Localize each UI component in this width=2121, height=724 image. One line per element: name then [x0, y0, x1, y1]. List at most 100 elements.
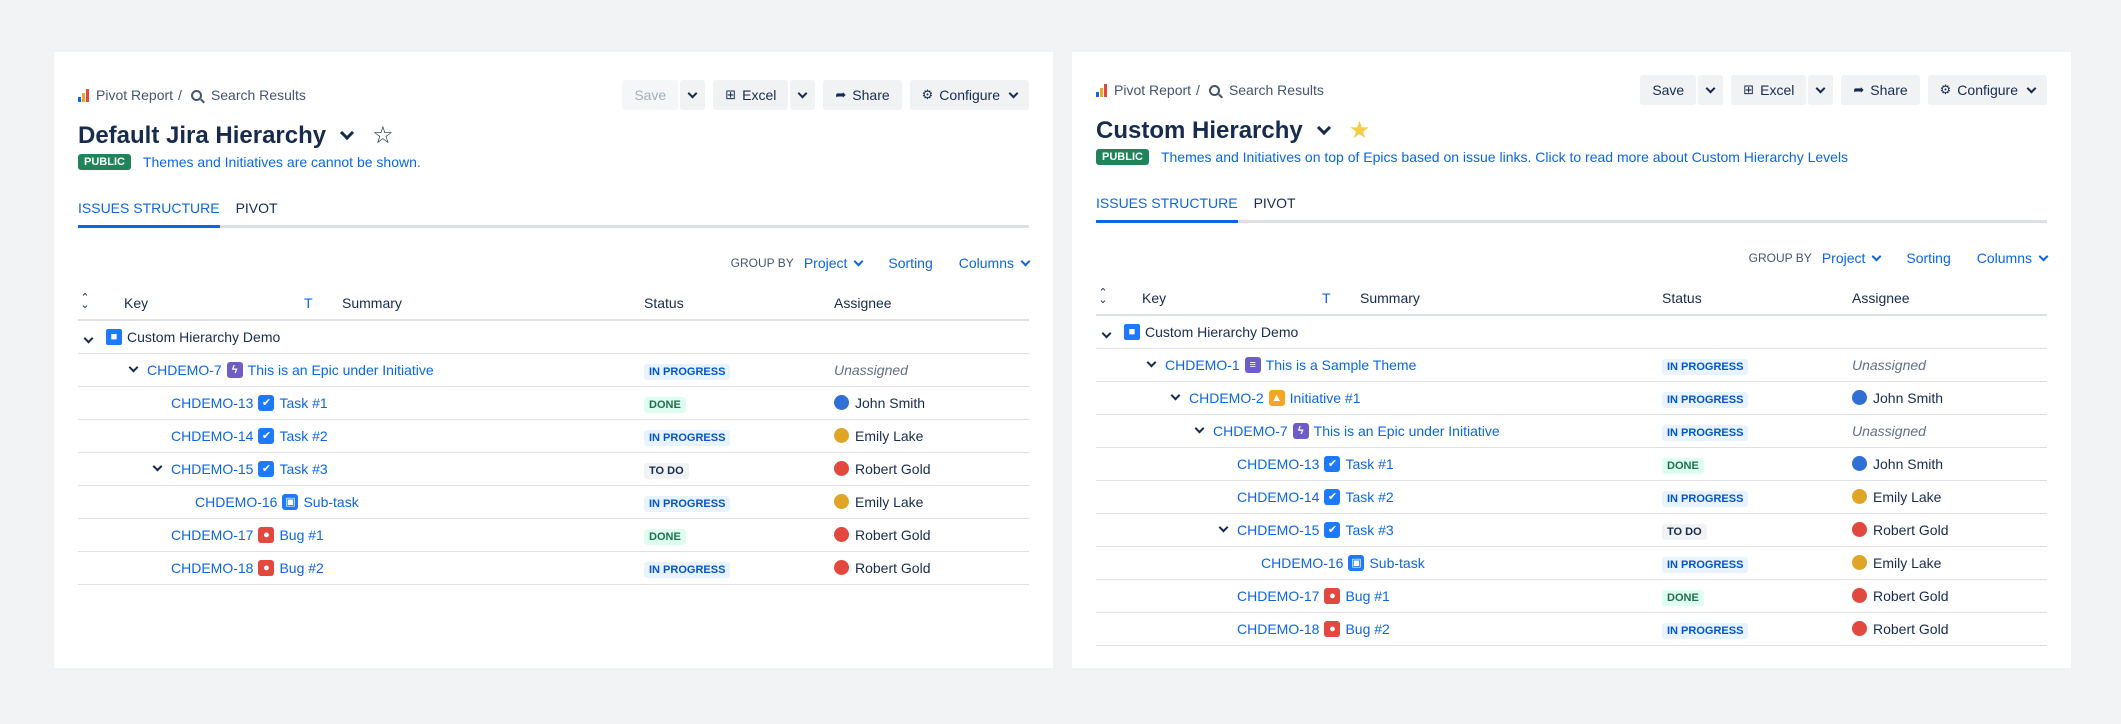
- hierarchy-note-link[interactable]: Themes and Initiatives on top of Epics b…: [1161, 149, 1848, 165]
- issue-key-link[interactable]: CHDEMO-17: [1237, 588, 1319, 604]
- column-header-key[interactable]: Key: [1141, 281, 1321, 316]
- columns-button[interactable]: Columns: [1977, 250, 2049, 266]
- issue-summary-link[interactable]: Sub-task: [303, 494, 358, 510]
- column-header-type[interactable]: T: [303, 286, 341, 321]
- issue-summary-link[interactable]: This is an Epic under Initiative: [1314, 423, 1500, 439]
- configure-button[interactable]: ⚙ Configure: [909, 80, 1029, 110]
- table-row[interactable]: CHDEMO-18 ● Bug #2 IN PROGRESS Robert Gold: [78, 551, 1029, 585]
- expand-all-toggle[interactable]: ⌃ ⌄: [78, 286, 123, 321]
- table-row[interactable]: CHDEMO-7 ϟ This is an Epic under Initiativ…: [1096, 414, 2047, 448]
- assignee[interactable]: Emily Lake: [1852, 555, 2046, 571]
- issue-key-link[interactable]: CHDEMO-2: [1189, 390, 1264, 406]
- breadcrumb-root[interactable]: Pivot Report: [1114, 82, 1191, 98]
- issue-summary-link[interactable]: Bug #1: [1345, 588, 1389, 604]
- issue-key-link[interactable]: CHDEMO-15: [171, 461, 253, 477]
- configure-button[interactable]: ⚙ Configure: [1927, 75, 2047, 105]
- share-button[interactable]: ➦ Share: [823, 80, 902, 110]
- issue-key-link[interactable]: CHDEMO-7: [147, 362, 222, 378]
- breadcrumb-current[interactable]: Search Results: [211, 87, 306, 103]
- table-row[interactable]: CHDEMO-17 ● Bug #1 DONE Robert Gold: [78, 518, 1029, 552]
- expand-all-toggle[interactable]: ⌃ ⌄: [1096, 281, 1141, 316]
- issue-summary-link[interactable]: Sub-task: [1369, 555, 1424, 571]
- issue-summary-link[interactable]: This is an Epic under Initiative: [248, 362, 434, 378]
- issue-summary-link[interactable]: Task #3: [279, 461, 327, 477]
- table-row[interactable]: CHDEMO-16 ▣ Sub-task IN PROGRESS Emily Lake: [1096, 546, 2047, 580]
- issue-key-link[interactable]: CHDEMO-14: [1237, 489, 1319, 505]
- table-row[interactable]: ■ Custom Hierarchy Demo: [1096, 315, 2047, 349]
- issue-summary-link[interactable]: Task #3: [1345, 522, 1393, 538]
- column-header-assignee[interactable]: Assignee: [1851, 281, 2047, 316]
- issue-key-link[interactable]: CHDEMO-17: [171, 527, 253, 543]
- assignee[interactable]: Emily Lake: [834, 428, 1028, 444]
- breadcrumb-current[interactable]: Search Results: [1229, 82, 1324, 98]
- tab-pivot[interactable]: PIVOT: [236, 200, 278, 225]
- excel-menu-button[interactable]: [1808, 75, 1834, 105]
- group-by-select[interactable]: Project: [1822, 250, 1882, 266]
- column-header-type[interactable]: T: [1321, 281, 1359, 316]
- sorting-button[interactable]: Sorting: [1906, 250, 1950, 266]
- assignee[interactable]: Robert Gold: [834, 560, 1028, 576]
- sorting-button[interactable]: Sorting: [888, 255, 932, 271]
- column-header-summary[interactable]: Summary: [341, 286, 643, 321]
- issue-key-link[interactable]: CHDEMO-14: [171, 428, 253, 444]
- column-header-assignee[interactable]: Assignee: [833, 286, 1029, 321]
- issue-summary-link[interactable]: This is a Sample Theme: [1266, 357, 1417, 373]
- expand-toggle[interactable]: [148, 461, 166, 472]
- issue-key-link[interactable]: CHDEMO-13: [171, 395, 253, 411]
- assignee[interactable]: Robert Gold: [1852, 588, 2046, 604]
- issue-summary-link[interactable]: Task #1: [279, 395, 327, 411]
- issue-key-link[interactable]: CHDEMO-18: [171, 560, 253, 576]
- expand-toggle[interactable]: [1097, 328, 1115, 339]
- issue-summary-link[interactable]: Initiative #1: [1290, 390, 1361, 406]
- assignee[interactable]: John Smith: [834, 395, 1028, 411]
- table-row[interactable]: CHDEMO-16 ▣ Sub-task IN PROGRESS Emily Lake: [78, 485, 1029, 519]
- excel-menu-button[interactable]: [790, 80, 816, 110]
- issue-summary-link[interactable]: Task #1: [1345, 456, 1393, 472]
- issue-key-link[interactable]: CHDEMO-1: [1165, 357, 1240, 373]
- table-row[interactable]: CHDEMO-15 ✔ Task #3 TO DO Robert Gold: [78, 452, 1029, 486]
- table-row[interactable]: CHDEMO-7 ϟ This is an Epic under Initiativ…: [78, 353, 1029, 387]
- table-row[interactable]: CHDEMO-14 ✔ Task #2 IN PROGRESS Emily Lake: [1096, 480, 2047, 514]
- table-row[interactable]: CHDEMO-13 ✔ Task #1 DONE John Smith: [78, 386, 1029, 420]
- column-header-summary[interactable]: Summary: [1359, 281, 1661, 316]
- table-row[interactable]: CHDEMO-14 ✔ Task #2 IN PROGRESS Emily Lake: [78, 419, 1029, 453]
- issue-summary-link[interactable]: Bug #2: [1345, 621, 1389, 637]
- issue-summary-link[interactable]: Task #2: [279, 428, 327, 444]
- tab-issues-structure[interactable]: ISSUES STRUCTURE: [1096, 195, 1238, 223]
- excel-button[interactable]: ⊞ Excel: [713, 80, 789, 110]
- title-chevron-down-icon[interactable]: [340, 125, 355, 141]
- save-menu-button[interactable]: [680, 80, 706, 110]
- expand-toggle[interactable]: [1166, 390, 1184, 401]
- excel-button[interactable]: ⊞ Excel: [1731, 75, 1807, 105]
- share-button[interactable]: ➦ Share: [1841, 75, 1920, 105]
- table-row[interactable]: CHDEMO-2 ▲ Initiative #1 IN PROGRESS John Sm…: [1096, 381, 2047, 415]
- table-row[interactable]: ■ Custom Hierarchy Demo: [78, 320, 1029, 354]
- issue-key-link[interactable]: CHDEMO-16: [195, 494, 277, 510]
- assignee[interactable]: Robert Gold: [834, 461, 1028, 477]
- assignee[interactable]: Unassigned: [1852, 357, 2046, 373]
- assignee[interactable]: Robert Gold: [1852, 621, 2046, 637]
- column-header-status[interactable]: Status: [1661, 281, 1851, 316]
- expand-toggle[interactable]: [124, 362, 142, 373]
- table-row[interactable]: CHDEMO-15 ✔ Task #3 TO DO Robert Gold: [1096, 513, 2047, 547]
- columns-button[interactable]: Columns: [959, 255, 1031, 271]
- expand-toggle[interactable]: [1214, 522, 1232, 533]
- save-menu-button[interactable]: [1698, 75, 1724, 105]
- issue-summary-link[interactable]: Bug #1: [279, 527, 323, 543]
- issue-key-link[interactable]: CHDEMO-7: [1213, 423, 1288, 439]
- expand-toggle[interactable]: [1190, 423, 1208, 434]
- breadcrumb-root[interactable]: Pivot Report: [96, 87, 173, 103]
- assignee[interactable]: Robert Gold: [834, 527, 1028, 543]
- table-row[interactable]: CHDEMO-1 ≡ This is a Sample Theme IN PROGRE…: [1096, 348, 2047, 382]
- assignee[interactable]: John Smith: [1852, 456, 2046, 472]
- issue-key-link[interactable]: CHDEMO-18: [1237, 621, 1319, 637]
- star-icon[interactable]: ★: [1349, 119, 1371, 143]
- group-by-select[interactable]: Project: [804, 255, 864, 271]
- issue-summary-link[interactable]: Task #2: [1345, 489, 1393, 505]
- issue-summary-link[interactable]: Bug #2: [279, 560, 323, 576]
- tab-pivot[interactable]: PIVOT: [1254, 195, 1296, 220]
- expand-toggle[interactable]: [1142, 357, 1160, 368]
- issue-key-link[interactable]: CHDEMO-15: [1237, 522, 1319, 538]
- issue-key-link[interactable]: CHDEMO-16: [1261, 555, 1343, 571]
- table-row[interactable]: CHDEMO-18 ● Bug #2 IN PROGRESS Robert Gold: [1096, 612, 2047, 646]
